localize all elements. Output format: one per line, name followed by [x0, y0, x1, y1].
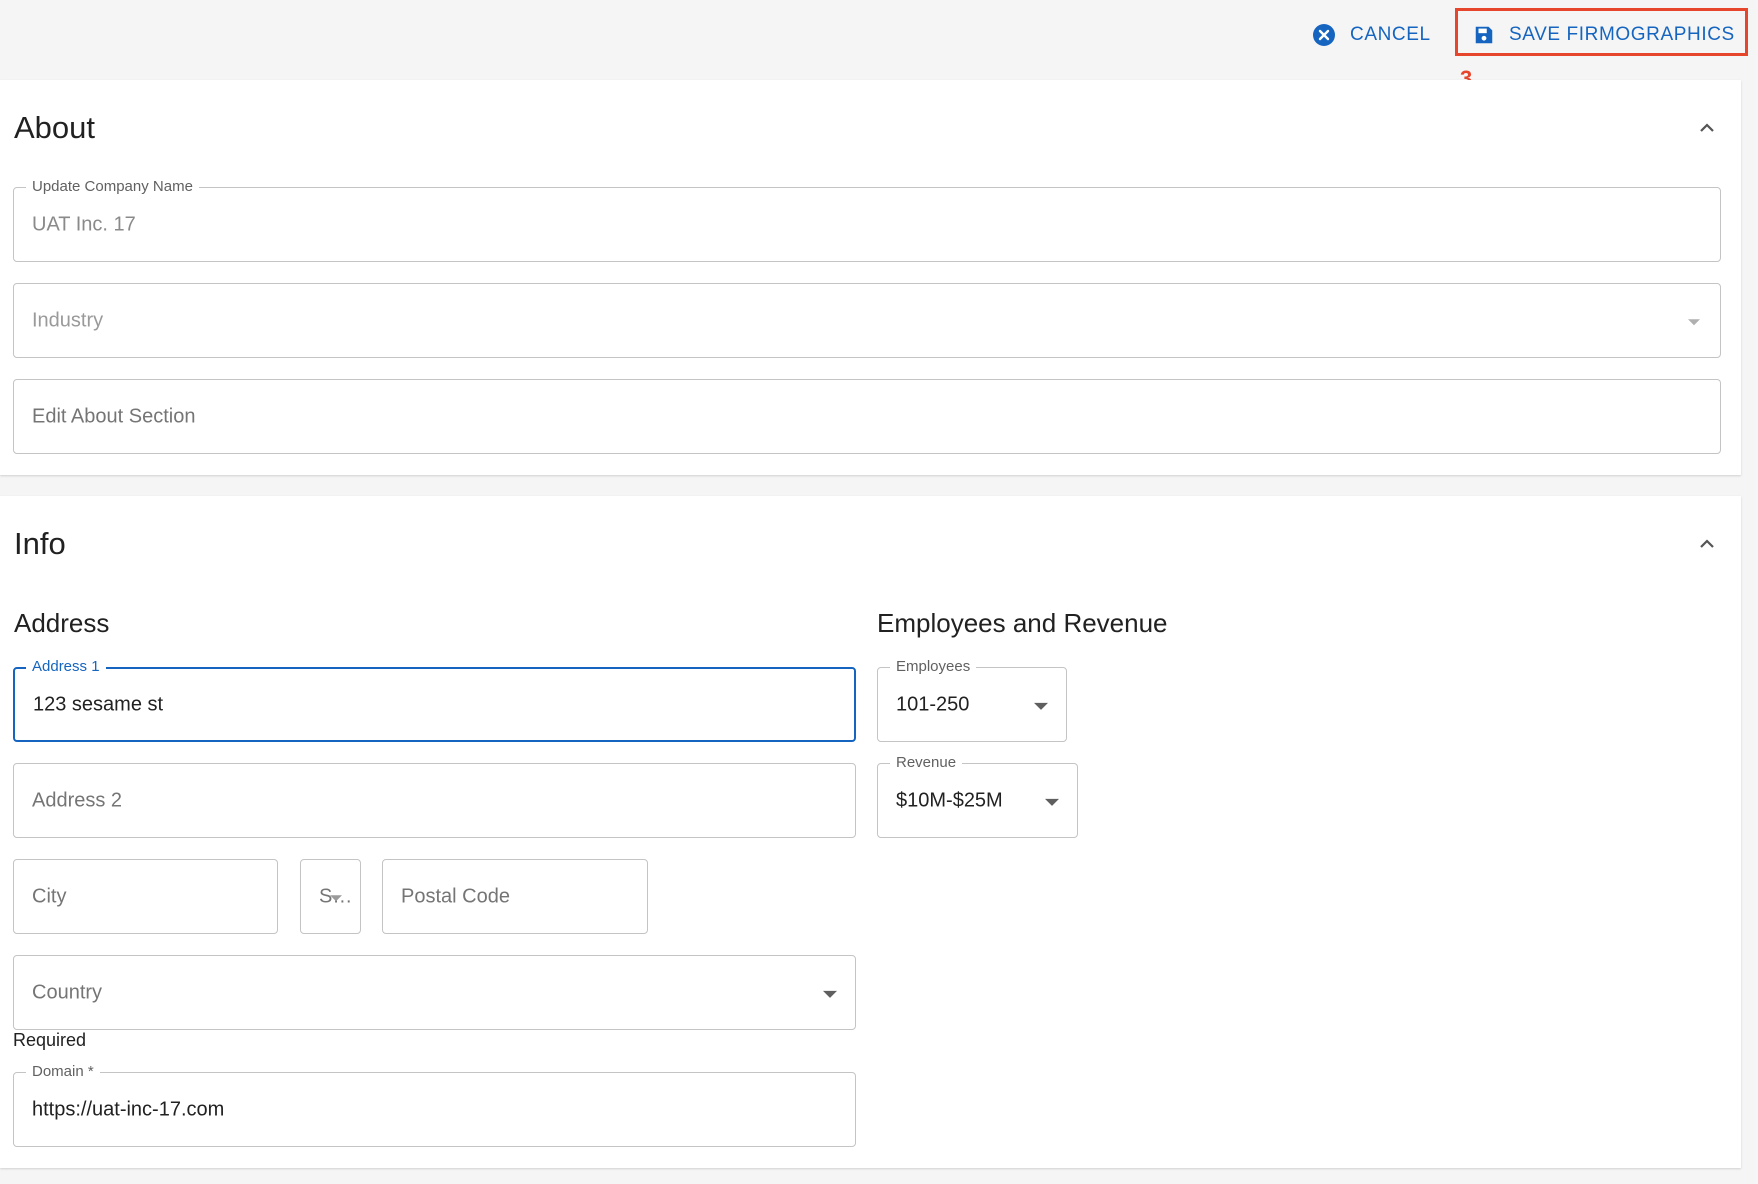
employees-label: Employees [890, 658, 977, 676]
state-select[interactable]: S… [300, 859, 361, 934]
save-button-highlight [1455, 8, 1748, 56]
postal-code-placeholder: Postal Code [401, 885, 510, 907]
chevron-up-icon[interactable] [1695, 532, 1719, 556]
employees-value: 101-250 [896, 693, 970, 715]
chevron-down-icon [1688, 318, 1700, 325]
address2-input[interactable]: Address 2 [13, 763, 856, 838]
chevron-up-icon[interactable] [1695, 116, 1719, 140]
postal-code-input[interactable]: Postal Code [382, 859, 648, 934]
employees-revenue-heading: Employees and Revenue [877, 608, 1168, 638]
country-placeholder: Country [32, 981, 103, 1003]
about-section-placeholder: Edit About Section [32, 405, 196, 427]
revenue-label: Revenue [890, 754, 963, 772]
info-title: Info [14, 526, 66, 561]
cancel-circle-icon [1313, 24, 1335, 46]
address1-value: 123 sesame st [33, 693, 164, 715]
industry-placeholder: Industry [32, 309, 104, 331]
company-name-label: Update Company Name [26, 178, 199, 196]
chevron-down-icon [330, 894, 342, 901]
cancel-button-label: CANCEL [1350, 24, 1431, 45]
country-helper-text: Required [13, 1030, 87, 1050]
address-heading: Address [14, 608, 110, 638]
info-section: Info Address Employees and Revenue Addre… [0, 496, 1741, 1168]
chevron-down-icon [1034, 702, 1048, 710]
address1-input[interactable]: Address 1 123 sesame st [13, 658, 856, 742]
domain-label: Domain * [26, 1063, 100, 1081]
address2-placeholder: Address 2 [32, 789, 123, 811]
city-placeholder: City [32, 885, 67, 907]
about-title: About [14, 110, 96, 145]
country-select[interactable]: Country [13, 955, 856, 1030]
address1-label: Address 1 [26, 658, 106, 676]
about-section-input[interactable]: Edit About Section [13, 379, 1721, 454]
company-name-field[interactable]: Update Company Name UAT Inc. 17 [13, 178, 1721, 262]
company-name-value: UAT Inc. 17 [32, 213, 136, 235]
chevron-down-icon [1045, 798, 1059, 806]
top-toolbar: CANCEL SAVE FIRMOGRAPHICS 3. [0, 0, 1758, 91]
chevron-down-icon [823, 990, 837, 998]
cancel-button[interactable]: CANCEL [1312, 20, 1431, 50]
domain-input[interactable]: Domain * https://uat-inc-17.com [13, 1063, 856, 1147]
domain-value: https://uat-inc-17.com [32, 1098, 225, 1120]
employees-select[interactable]: Employees 101-250 [877, 658, 1067, 742]
revenue-select[interactable]: Revenue $10M-$25M [877, 754, 1078, 838]
about-section: About Update Company Name UAT Inc. 17 In… [0, 80, 1741, 475]
revenue-value: $10M-$25M [896, 789, 1003, 811]
industry-select[interactable]: Industry [13, 283, 1721, 358]
city-input[interactable]: City [13, 859, 278, 934]
